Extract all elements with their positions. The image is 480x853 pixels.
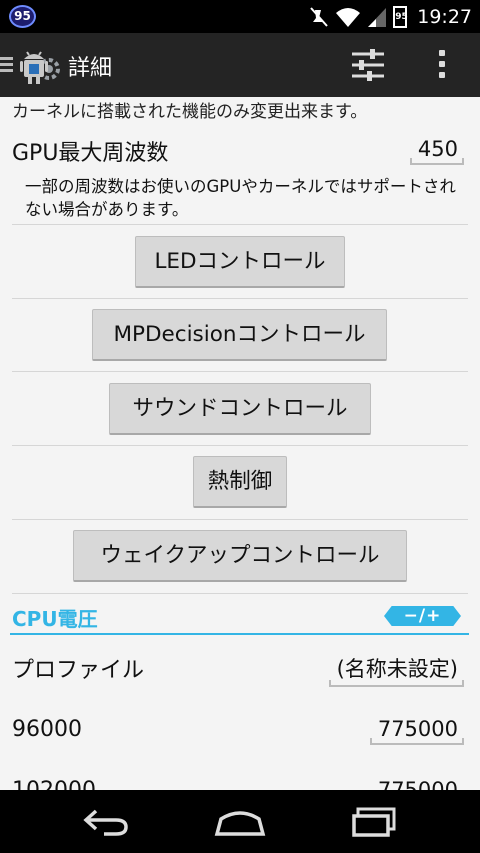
- profile-label: プロファイル: [12, 658, 145, 683]
- mute-icon: [310, 7, 328, 27]
- sound-control-button[interactable]: サウンドコントロール: [109, 383, 371, 435]
- voltage-row-frequency: 96000: [12, 717, 82, 742]
- wifi-icon: [336, 8, 361, 27]
- divider: [12, 445, 468, 446]
- gpu-note: 一部の周波数はお使いのGPUやカーネルではサポートされない場合があります。: [25, 177, 456, 219]
- page-title: 詳細: [68, 56, 113, 81]
- gpu-max-frequency-value[interactable]: 450: [409, 137, 465, 165]
- sliders-icon[interactable]: [350, 47, 386, 83]
- drawer-indicator-icon[interactable]: [0, 57, 13, 73]
- section-divider: [10, 633, 469, 635]
- divider: [12, 298, 468, 299]
- notification-badge: 95: [9, 5, 36, 28]
- back-icon[interactable]: [82, 807, 132, 837]
- divider: [12, 371, 468, 372]
- voltage-row[interactable]: 96000 775000: [0, 711, 480, 755]
- clock: 19:27: [417, 6, 472, 28]
- signal-icon: [368, 8, 387, 27]
- voltage-row[interactable]: 102000 775000: [0, 775, 480, 790]
- navigation-bar: [0, 790, 480, 853]
- divider: [12, 224, 468, 225]
- recent-apps-icon[interactable]: [350, 807, 400, 837]
- voltage-row-frequency: 102000: [12, 778, 96, 790]
- overflow-menu-icon[interactable]: [437, 50, 447, 80]
- status-icons: 95 19:27: [309, 4, 472, 30]
- voltage-row-value[interactable]: 775000: [370, 778, 464, 790]
- voltage-plus-minus-toggle[interactable]: −/+: [384, 606, 461, 626]
- home-icon[interactable]: [213, 807, 267, 837]
- profile-spinner[interactable]: (名称未設定): [328, 653, 465, 687]
- thermal-control-button[interactable]: 熱制御: [193, 456, 287, 508]
- divider: [12, 519, 468, 520]
- action-bar: 詳細: [0, 33, 480, 97]
- gpu-max-frequency-label: GPU最大周波数: [12, 141, 169, 166]
- gpu-max-frequency-row[interactable]: GPU最大周波数 450: [0, 133, 480, 173]
- wakeup-control-button[interactable]: ウェイクアップコントロール: [73, 530, 407, 582]
- cpu-voltage-profile-row[interactable]: プロファイル (名称未設定): [0, 647, 480, 691]
- settings-list[interactable]: カーネルに搭載された機能のみ変更出来ます。 GPU最大周波数 450 一部の周波…: [0, 97, 480, 790]
- cpu-voltage-section-title: CPU電圧: [12, 607, 98, 631]
- app-logo-icon[interactable]: [18, 45, 60, 87]
- divider: [12, 593, 468, 594]
- status-bar: 95 95 19:27: [0, 0, 480, 33]
- voltage-row-value[interactable]: 775000: [369, 717, 465, 745]
- mpdecision-control-button[interactable]: MPDecisionコントロール: [92, 309, 387, 361]
- led-control-button[interactable]: LEDコントロール: [135, 236, 345, 288]
- kernel-note: カーネルに搭載された機能のみ変更出来ます。: [12, 102, 368, 122]
- battery-icon: 95: [393, 6, 408, 28]
